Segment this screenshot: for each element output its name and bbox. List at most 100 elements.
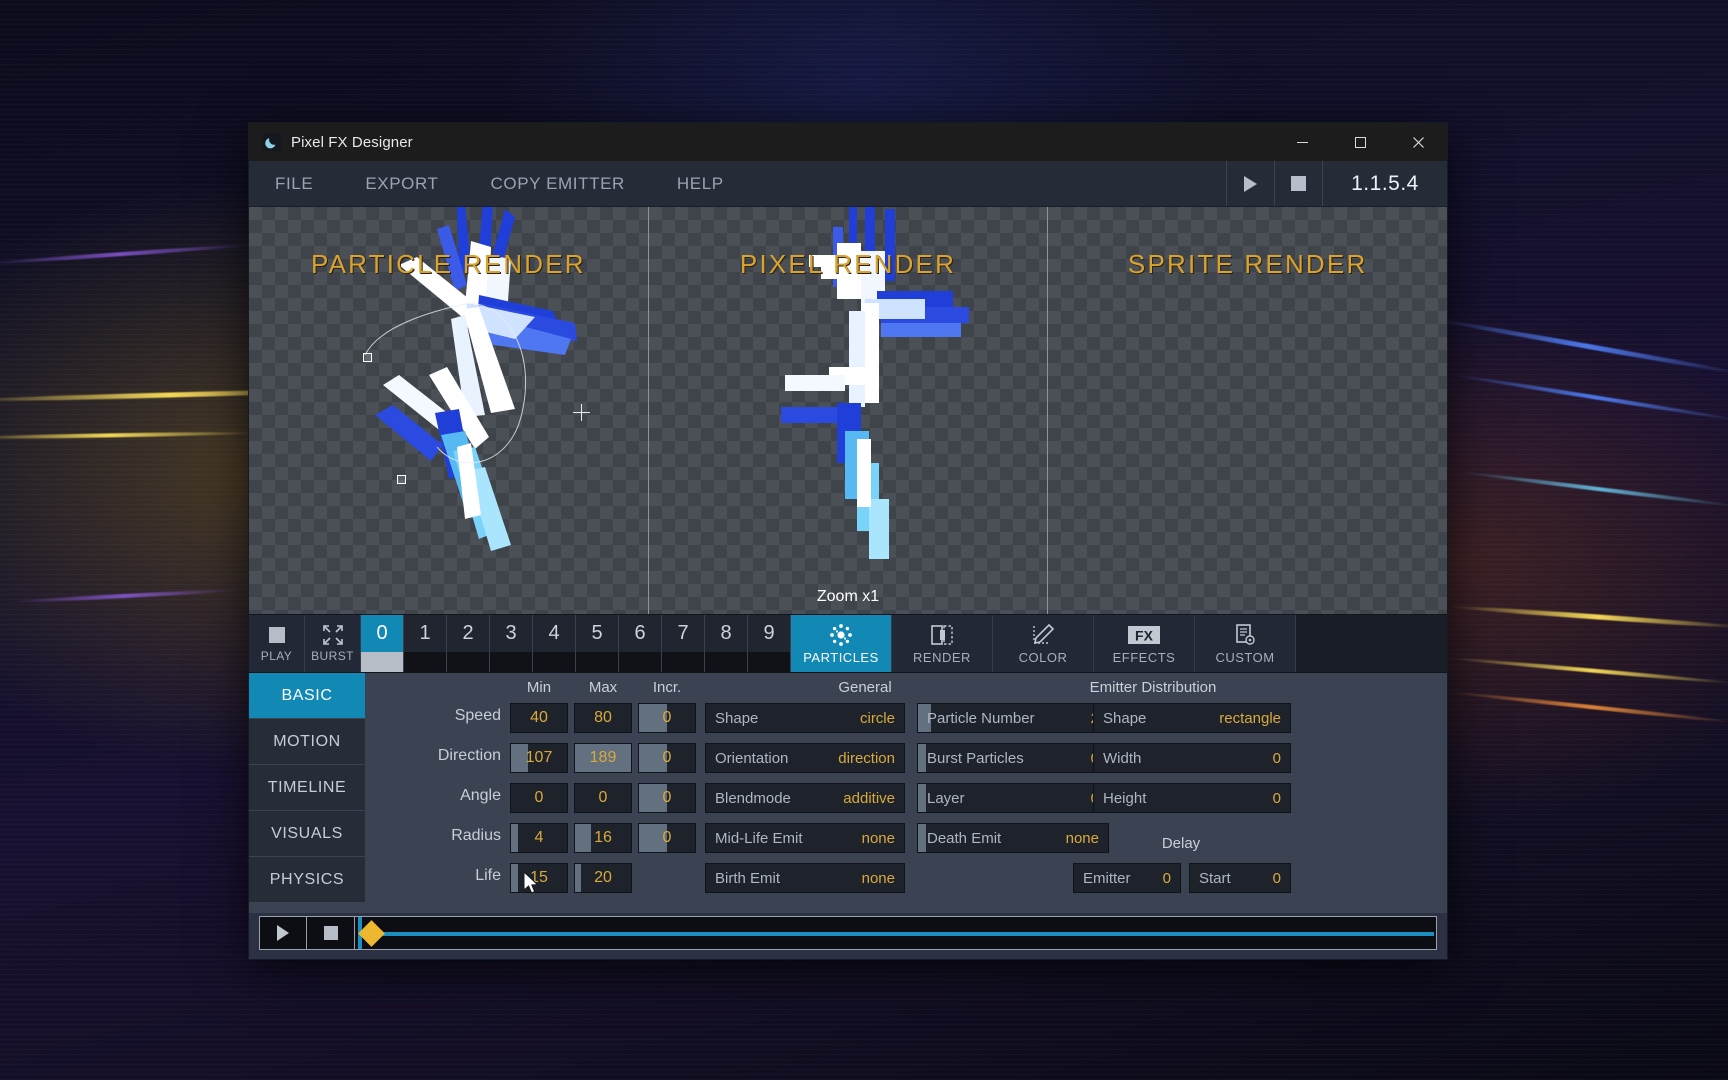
menu-file[interactable]: FILE — [249, 161, 339, 206]
frame-tab-4[interactable]: 4 — [533, 615, 576, 672]
preview-row: PARTICLE RENDER PIXEL RENDER Zoom x1 SPR… — [249, 207, 1448, 615]
tab-custom[interactable]: CUSTOM — [1195, 615, 1296, 672]
particle-number-field[interactable]: Particle Number2 — [917, 703, 1109, 733]
frame-number: 0 — [361, 615, 403, 652]
direction-max-field[interactable]: 189 — [574, 743, 632, 773]
keyframe-diamond-icon[interactable] — [358, 920, 385, 947]
life-min-value: 15 — [530, 869, 548, 886]
angle-min-field[interactable]: 0 — [510, 783, 568, 813]
angle-max-field[interactable]: 0 — [574, 783, 632, 813]
timeline-track[interactable] — [355, 916, 1437, 950]
layer-label: Layer — [927, 789, 965, 807]
radius-min-field[interactable]: 4 — [510, 823, 568, 853]
mid-life-emit-field[interactable]: Mid-Life Emit none — [705, 823, 905, 853]
birth-emit-field[interactable]: Birth Emit none — [705, 863, 905, 893]
radius-max-field[interactable]: 16 — [574, 823, 632, 853]
timeline-bar — [249, 913, 1447, 959]
direction-min-field[interactable]: 107 — [510, 743, 568, 773]
angle-incr-value: 0 — [662, 789, 672, 806]
tab-strip-spacer — [1296, 615, 1447, 672]
emitter-shape-value: rectangle — [1219, 709, 1281, 727]
play-toggle-button[interactable]: PLAY — [249, 615, 305, 672]
close-button[interactable] — [1389, 123, 1447, 161]
emitter-width-label: Width — [1103, 749, 1142, 767]
mid-life-emit-value: none — [861, 829, 895, 847]
orientation-label: Orientation — [715, 749, 789, 767]
col-header-min: Min — [526, 679, 552, 696]
emitter-height-field[interactable]: Height 0 — [1093, 783, 1291, 813]
preview-pixel-render[interactable]: PIXEL RENDER Zoom x1 — [647, 207, 1048, 614]
tab-strip: PLAY BURST 0 1 2 3 4 5 6 7 8 9 PARTICLES… — [249, 615, 1447, 673]
tab-effects[interactable]: FX EFFECTS — [1094, 615, 1195, 672]
frame-bar — [404, 652, 446, 672]
speed-min-value: 40 — [530, 709, 548, 726]
angle-incr-field[interactable]: 0 — [638, 783, 696, 813]
speed-min-field[interactable]: 40 — [510, 703, 568, 733]
frame-tab-6[interactable]: 6 — [619, 615, 662, 672]
maximize-button[interactable] — [1331, 123, 1389, 161]
speed-max-field[interactable]: 80 — [574, 703, 632, 733]
emitter-height-label: Height — [1103, 789, 1147, 807]
col-header-max: Max — [588, 679, 618, 696]
frame-tab-5[interactable]: 5 — [576, 615, 619, 672]
shape-field[interactable]: Shape circle — [705, 703, 905, 733]
preview-sprite-render[interactable]: SPRITE RENDER — [1047, 207, 1448, 614]
pixel-fx-designer-window: Pixel FX Designer FILE EXPORT COPY EMITT… — [248, 122, 1448, 960]
frame-bar — [361, 652, 403, 672]
burst-expand-icon — [322, 624, 344, 646]
sidebar-item-visuals[interactable]: VISUALS — [249, 811, 365, 857]
orientation-field[interactable]: Orientation direction — [705, 743, 905, 773]
custom-doc-gear-icon — [1233, 622, 1257, 648]
direction-incr-field[interactable]: 0 — [638, 743, 696, 773]
delay-emitter-field[interactable]: Emitter 0 — [1073, 863, 1181, 893]
burst-button[interactable]: BURST — [305, 615, 361, 672]
sidebar-item-motion[interactable]: MOTION — [249, 719, 365, 765]
radius-incr-value: 0 — [662, 829, 672, 846]
frame-bar — [533, 652, 575, 672]
emitter-shape-field[interactable]: Shape rectangle — [1093, 703, 1291, 733]
particles-icon — [828, 622, 854, 648]
frame-tab-9[interactable]: 9 — [748, 615, 791, 672]
emitter-width-field[interactable]: Width 0 — [1093, 743, 1291, 773]
toolbar-play-button[interactable] — [1226, 161, 1274, 206]
emitter-height-value: 0 — [1272, 789, 1281, 807]
preview-particle-render[interactable]: PARTICLE RENDER — [249, 207, 648, 614]
blendmode-label: Blendmode — [715, 789, 791, 807]
frame-tab-2[interactable]: 2 — [447, 615, 490, 672]
blendmode-field[interactable]: Blendmode additive — [705, 783, 905, 813]
life-min-field[interactable]: 15 — [510, 863, 568, 893]
frame-tab-3[interactable]: 3 — [490, 615, 533, 672]
color-pen-icon — [1030, 622, 1056, 648]
tab-particles[interactable]: PARTICLES — [791, 615, 892, 672]
frame-tab-7[interactable]: 7 — [662, 615, 705, 672]
radius-incr-field[interactable]: 0 — [638, 823, 696, 853]
section-header-general: General — [838, 679, 892, 696]
timeline-play-button[interactable] — [259, 916, 307, 950]
menu-copy-emitter[interactable]: COPY EMITTER — [465, 161, 651, 206]
speed-incr-field[interactable]: 0 — [638, 703, 696, 733]
layer-field[interactable]: Layer0 — [917, 783, 1109, 813]
frame-number: 4 — [548, 622, 560, 644]
version-label: 1.1.5.4 — [1322, 161, 1447, 206]
menu-help[interactable]: HELP — [651, 161, 750, 206]
delay-start-field[interactable]: Start 0 — [1189, 863, 1291, 893]
sidebar-item-physics[interactable]: PHYSICS — [249, 857, 365, 903]
delay-emitter-value: 0 — [1162, 869, 1171, 887]
death-emit-label: Death Emit — [927, 829, 1002, 847]
frame-tab-0[interactable]: 0 — [361, 615, 404, 672]
toolbar-stop-button[interactable] — [1274, 161, 1322, 206]
life-max-field[interactable]: 20 — [574, 863, 632, 893]
burst-particles-field[interactable]: Burst Particles0 — [917, 743, 1109, 773]
tab-color[interactable]: COLOR — [993, 615, 1094, 672]
frame-number: 2 — [462, 622, 474, 644]
sidebar-item-timeline[interactable]: TIMELINE — [249, 765, 365, 811]
frame-tab-1[interactable]: 1 — [404, 615, 447, 672]
timeline-stop-button[interactable] — [307, 916, 355, 950]
delay-start-value: 0 — [1272, 869, 1281, 887]
preview-pixel-render-title: PIXEL RENDER — [739, 249, 957, 279]
menu-export[interactable]: EXPORT — [339, 161, 464, 206]
frame-tab-8[interactable]: 8 — [705, 615, 748, 672]
sidebar-item-basic[interactable]: BASIC — [249, 673, 365, 719]
tab-render[interactable]: RENDER — [892, 615, 993, 672]
minimize-button[interactable] — [1273, 123, 1331, 161]
